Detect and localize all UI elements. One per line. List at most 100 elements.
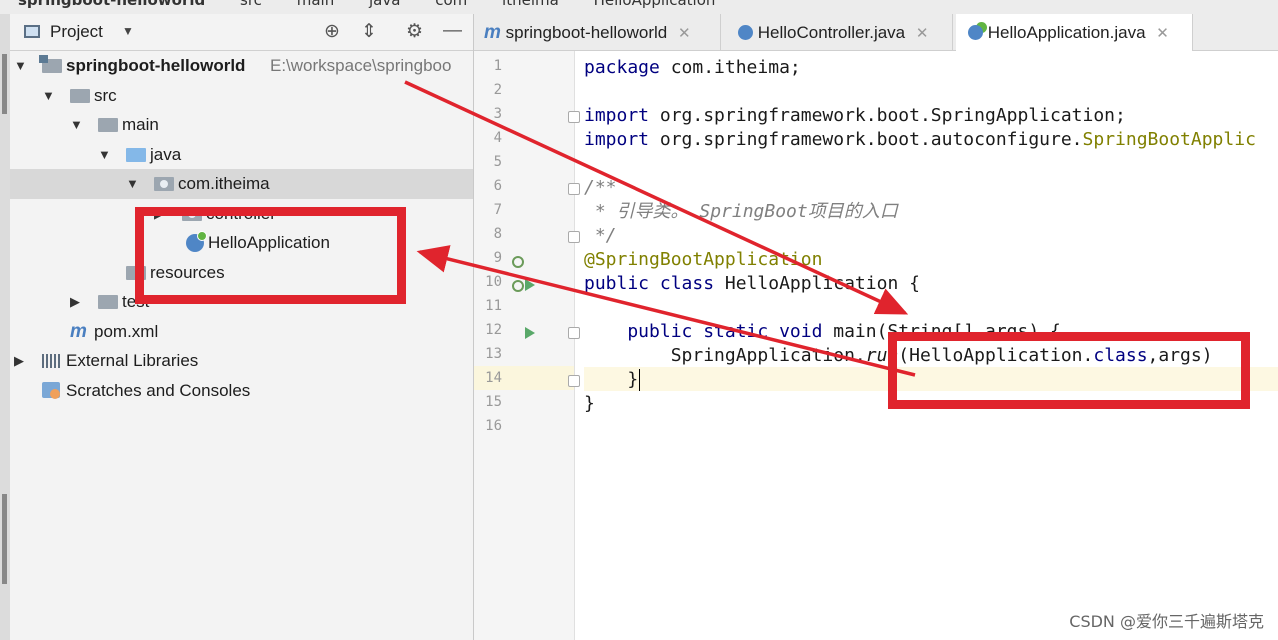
source-folder-icon: [126, 147, 146, 162]
editor-tabs: m springboot-helloworld ✕ HelloControlle…: [474, 14, 1278, 51]
editor-gutter[interactable]: 1 2 3 4 5 6 7 8 9 10 11 12 13 14 15 16: [474, 51, 580, 640]
text-cursor: [639, 369, 640, 391]
code-line: /**: [584, 177, 617, 198]
line-number: 10: [485, 274, 502, 290]
spring-class-icon: [968, 25, 983, 40]
project-panel: Project ▼ ⊕ ⇕ ⚙ — ▼ springboot-helloworl…: [10, 14, 474, 640]
tree-item-java[interactable]: ▼ java: [10, 140, 473, 170]
tree-item-label: springboot-helloworld: [66, 56, 246, 75]
scratches-icon: [42, 381, 60, 399]
run-icon[interactable]: [525, 327, 535, 339]
tree-item-module[interactable]: ▼ springboot-helloworld E:\workspace\spr…: [10, 51, 473, 81]
code-line: * 引导类。 SpringBoot项目的入口: [584, 201, 898, 222]
code-line: }: [584, 369, 639, 390]
maven-icon: m: [70, 320, 87, 342]
hide-icon[interactable]: —: [443, 20, 462, 42]
chevron-right-icon[interactable]: ▶: [14, 346, 24, 376]
chevron-down-icon[interactable]: ▼: [42, 81, 55, 111]
class-icon: [738, 25, 753, 40]
close-icon[interactable]: ✕: [1156, 25, 1169, 42]
code-line: }: [584, 393, 595, 414]
chevron-right-icon[interactable]: ▶: [70, 287, 80, 317]
line-number: 5: [493, 154, 502, 170]
breadcrumb-item[interactable]: src: [240, 0, 262, 9]
line-number: 2: [493, 82, 502, 98]
tree-item-label: src: [94, 85, 117, 105]
folder-icon: [98, 295, 118, 309]
fold-icon[interactable]: [568, 327, 580, 339]
collapse-all-icon[interactable]: ⇕: [361, 20, 377, 43]
tab-label: HelloController.java: [757, 23, 906, 42]
chevron-down-icon[interactable]: ▼: [126, 169, 139, 199]
chevron-down-icon[interactable]: ▼: [98, 140, 111, 170]
code-line: package com.itheima;: [584, 57, 801, 78]
breadcrumb-item[interactable]: main: [297, 0, 334, 9]
line-number: 13: [485, 346, 502, 362]
highlight-box-tree: [135, 207, 406, 304]
line-number: 1: [493, 58, 502, 74]
tree-item-path: E:\workspace\springboo: [270, 56, 452, 75]
breadcrumb-item[interactable]: HelloApplication: [594, 0, 716, 9]
folder-icon: [98, 118, 118, 132]
tree-item-label: External Libraries: [66, 351, 199, 370]
tree-item-label: com.itheima: [178, 174, 270, 193]
close-icon[interactable]: ✕: [916, 25, 929, 42]
tab-helloapplication[interactable]: HelloApplication.java ✕: [956, 14, 1193, 51]
tree-item-external-libraries[interactable]: ▶ External Libraries: [10, 346, 473, 376]
chevron-down-icon[interactable]: ▼: [122, 24, 134, 38]
line-number: 12: [485, 322, 502, 338]
folder-icon: [70, 88, 90, 103]
run-icon[interactable]: [525, 279, 535, 291]
breadcrumb-item[interactable]: java: [369, 0, 400, 9]
fold-icon[interactable]: [568, 111, 580, 123]
tool-window-tab[interactable]: [2, 54, 7, 114]
watermark: CSDN @爱你三千遍斯塔克: [1069, 612, 1264, 631]
tree-item-main[interactable]: ▼ main: [10, 110, 473, 140]
tree-item-pom[interactable]: m pom.xml: [10, 317, 473, 347]
project-icon: [24, 25, 40, 38]
breadcrumb-item[interactable]: itheima: [502, 0, 559, 9]
chevron-down-icon[interactable]: ▼: [14, 51, 27, 81]
tree-item-src[interactable]: ▼ src: [10, 81, 473, 111]
code-line: @SpringBootApplication: [584, 249, 823, 270]
close-icon[interactable]: ✕: [678, 25, 691, 42]
spring-bean-icon[interactable]: [512, 280, 524, 292]
locate-icon[interactable]: ⊕: [324, 20, 340, 43]
fold-icon[interactable]: [568, 375, 580, 387]
fold-icon[interactable]: [568, 231, 580, 243]
line-number: 14: [485, 370, 502, 386]
gear-icon[interactable]: ⚙: [406, 20, 423, 43]
line-number: 9: [493, 250, 502, 266]
tree-item-scratches[interactable]: Scratches and Consoles: [10, 376, 473, 406]
tool-window-tab[interactable]: [2, 494, 7, 584]
line-number: 3: [493, 106, 502, 122]
breadcrumb-item[interactable]: com: [435, 0, 467, 9]
tree-item-com-itheima[interactable]: ▼ com.itheima: [10, 169, 473, 199]
line-number: 6: [493, 178, 502, 194]
line-number: 4: [493, 130, 502, 146]
tree-item-label: Scratches and Consoles: [66, 380, 251, 400]
line-number: 8: [493, 226, 502, 242]
chevron-down-icon[interactable]: ▼: [70, 110, 83, 140]
tab-hellocontroller[interactable]: HelloController.java ✕: [726, 14, 953, 50]
tab-label: HelloApplication.java: [987, 23, 1146, 42]
line-number: 11: [485, 298, 502, 314]
code-line: import org.springframework.boot.autoconf…: [584, 129, 1256, 150]
tree-item-label: pom.xml: [94, 321, 159, 341]
line-number: 7: [493, 202, 502, 218]
libraries-icon: [42, 354, 62, 368]
spring-bean-icon[interactable]: [512, 256, 524, 268]
code-editor: m springboot-helloworld ✕ HelloControlle…: [474, 14, 1278, 640]
tree-item-label: main: [122, 115, 159, 134]
fold-icon[interactable]: [568, 183, 580, 195]
module-folder-icon: [39, 55, 62, 73]
project-panel-header: Project ▼ ⊕ ⇕ ⚙ —: [10, 14, 473, 51]
navigation-breadcrumb: springboot-helloworld src main java com …: [0, 0, 1278, 14]
breadcrumb-item[interactable]: springboot-helloworld: [18, 0, 205, 9]
code-line: */: [584, 225, 617, 246]
code-line: public class HelloApplication {: [584, 273, 920, 294]
tab-springboot-helloworld[interactable]: m springboot-helloworld ✕: [474, 14, 721, 50]
line-number: 15: [485, 394, 502, 410]
project-panel-title[interactable]: Project: [50, 22, 103, 42]
highlight-box-code: [888, 332, 1250, 409]
